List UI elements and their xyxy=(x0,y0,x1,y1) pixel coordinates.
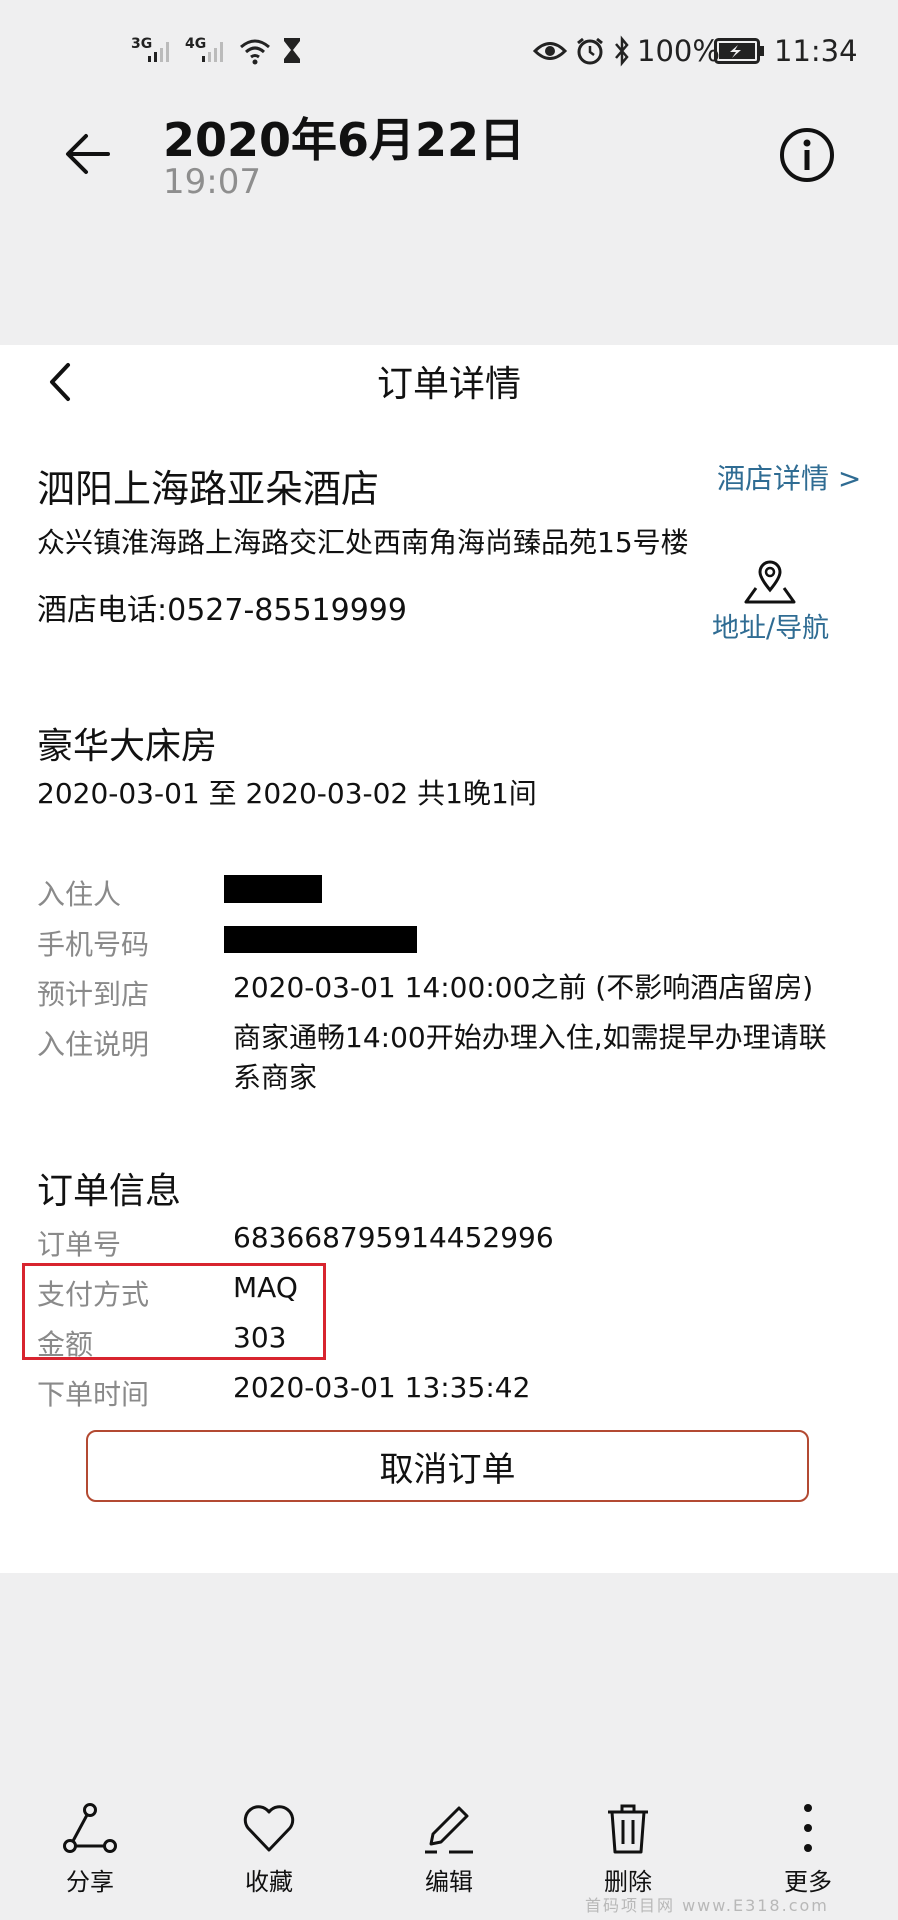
info-icon[interactable] xyxy=(778,126,836,184)
order-info-title: 订单信息 xyxy=(37,1171,182,1212)
hotel-phone[interactable]: 酒店电话:0527-85519999 xyxy=(37,585,407,629)
share-icon xyxy=(63,1803,117,1853)
hotel-detail-link[interactable]: 酒店详情 > xyxy=(717,457,861,497)
photo-date: 2020年6月22日 xyxy=(163,113,526,167)
battery-icon xyxy=(714,38,764,64)
order-time: 2020-03-01 13:35:42 xyxy=(233,1371,531,1404)
checkin-note-line2: 系商家 xyxy=(233,1061,318,1094)
favorite-label: 收藏 xyxy=(245,1868,293,1896)
order-time-label: 下单时间 xyxy=(37,1378,150,1411)
checkin-label: 入住说明 xyxy=(37,1028,150,1061)
redacted-mobile xyxy=(224,926,417,953)
red-highlight-box xyxy=(22,1263,326,1360)
navigation-link[interactable]: 地址/导航 xyxy=(712,606,829,645)
order-number: 683668795914452996 xyxy=(233,1221,554,1254)
watermark: 首码项目网 www.E318.com xyxy=(585,1896,829,1915)
checkin-note-line1: 商家通畅14:00开始办理入住,如需提早办理请联 xyxy=(233,1021,827,1054)
map-pin-icon[interactable] xyxy=(742,558,798,604)
guest-label: 入住人 xyxy=(37,878,122,911)
signal-icon xyxy=(148,42,169,62)
room-type: 豪华大床房 xyxy=(37,726,218,767)
alarm-icon xyxy=(577,37,603,65)
edit-button[interactable]: 编辑 xyxy=(389,1800,509,1897)
signal-icon-2 xyxy=(202,42,223,62)
favorite-button[interactable]: 收藏 xyxy=(209,1800,329,1897)
hotel-name: 泗阳上海路亚朵酒店 xyxy=(37,467,380,511)
order-number-label: 订单号 xyxy=(37,1228,122,1261)
redacted-guest-name xyxy=(224,875,322,903)
share-label: 分享 xyxy=(66,1868,114,1896)
wifi-icon xyxy=(240,39,270,65)
bluetooth-icon xyxy=(615,35,629,67)
pencil-icon xyxy=(425,1806,473,1854)
cancel-order-button[interactable]: 取消订单 xyxy=(86,1430,809,1502)
photo-time: 19:07 xyxy=(163,162,261,202)
delete-button[interactable]: 删除 xyxy=(568,1800,688,1897)
mobile-label: 手机号码 xyxy=(37,928,150,961)
trash-icon xyxy=(608,1804,648,1854)
page-title: 订单详情 xyxy=(376,364,521,405)
more-vertical-icon xyxy=(804,1804,812,1852)
edit-label: 编辑 xyxy=(425,1868,473,1896)
stay-dates: 2020-03-01 至 2020-03-02 共1晚1间 xyxy=(37,777,537,810)
eye-comfort-icon xyxy=(533,42,567,60)
heart-icon xyxy=(243,1805,295,1852)
hotel-address: 众兴镇淮海路上海路交汇处西南角海尚臻品苑15号楼 xyxy=(37,526,689,559)
share-button[interactable]: 分享 xyxy=(30,1800,150,1897)
status-time: 11:34 xyxy=(774,34,858,68)
arrival-label: 预计到店 xyxy=(37,978,150,1011)
more-button[interactable]: 更多 xyxy=(748,1800,868,1897)
battery-percent: 100% xyxy=(637,34,720,68)
back-arrow-icon[interactable] xyxy=(64,130,112,178)
hourglass-icon xyxy=(284,38,300,63)
arrival-value: 2020-03-01 14:00:00之前 (不影响酒店留房) xyxy=(233,971,814,1004)
status-bar: 3G 4G 100% 11:34 xyxy=(0,0,898,100)
